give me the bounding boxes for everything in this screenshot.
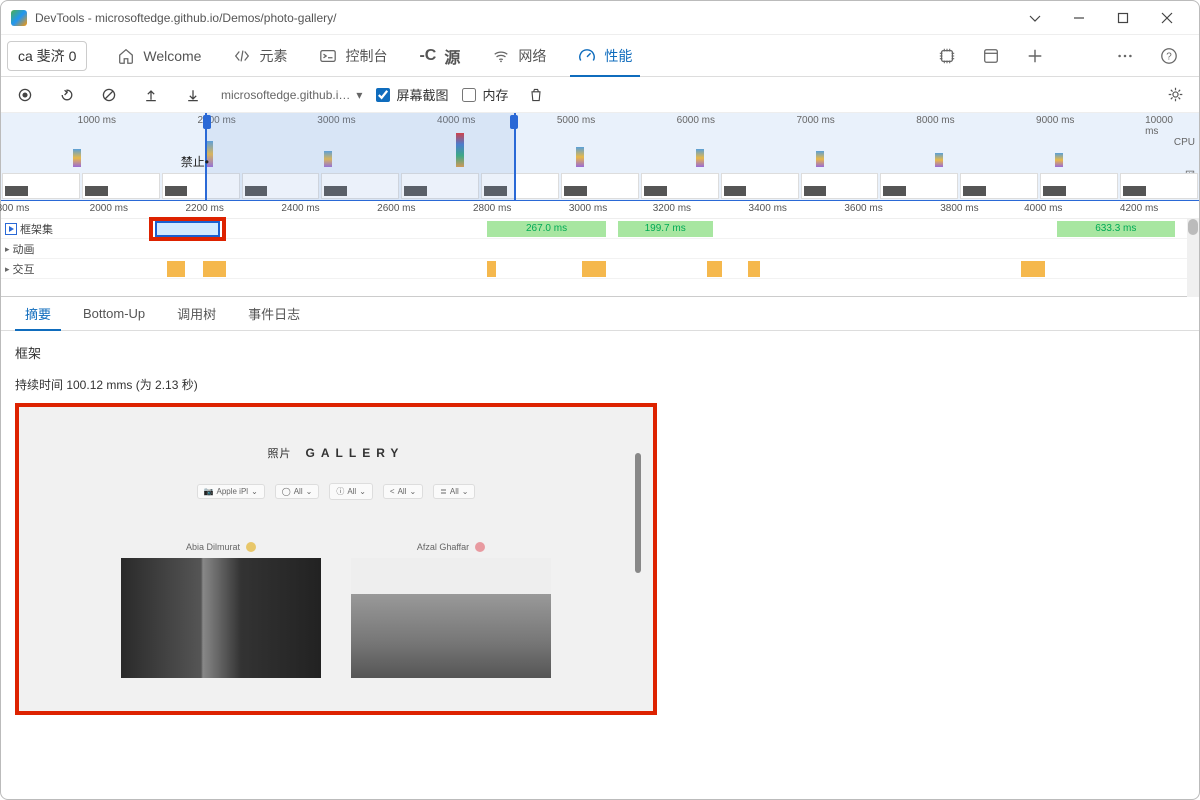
frames-track[interactable]: 框架集 267.0 ms 199.7 ms 633.3 ms xyxy=(1,219,1199,239)
gallery-card: Abia Dilmurat xyxy=(121,542,321,678)
overview-selection[interactable] xyxy=(205,113,516,200)
gallery-image xyxy=(121,558,321,678)
window-titlebar: DevTools - microsoftedge.github.io/Demos… xyxy=(1,1,1199,35)
home-icon xyxy=(117,47,135,65)
detail-tabstrip: 摘要 Bottom-Up 调用树 事件日志 xyxy=(1,297,1199,331)
tab-summary[interactable]: 摘要 xyxy=(9,297,67,331)
settings-gear-icon[interactable] xyxy=(1161,81,1189,109)
reload-button[interactable] xyxy=(53,81,81,109)
context-selector[interactable]: ca 斐济 0 xyxy=(7,41,87,71)
main-tabstrip: ca 斐济 0 Welcome 元素 控制台 -C 源 网络 性能 ? xyxy=(1,35,1199,77)
frame-screenshot: 照片GALLERY 📷Apple iPl⌄ ◯All⌄ ⓘAll⌄ <All⌄ … xyxy=(29,445,643,715)
circle-icon: ◯ xyxy=(282,487,291,496)
info-icon: ⓘ xyxy=(336,486,344,497)
maximize-button[interactable] xyxy=(1101,3,1145,33)
more-button[interactable] xyxy=(1111,42,1139,70)
svg-text:?: ? xyxy=(1166,51,1172,62)
animation-track[interactable]: 动画 xyxy=(1,239,1199,259)
recording-toolbar: microsoftedge.github.i… ▾ 屏幕截图 内存 xyxy=(1,77,1199,113)
clear-button[interactable] xyxy=(95,81,123,109)
add-tab-button[interactable] xyxy=(1021,42,1049,70)
tab-welcome[interactable]: Welcome xyxy=(101,35,217,77)
gallery-title: 照片GALLERY xyxy=(29,445,643,461)
memory-checkbox[interactable]: 内存 xyxy=(462,85,508,104)
close-button[interactable] xyxy=(1145,3,1189,33)
flame-chart[interactable]: 800 ms 2000 ms 2200 ms 2400 ms 2600 ms 2… xyxy=(1,201,1199,297)
screenshot-checkbox[interactable]: 屏幕截图 xyxy=(376,85,448,104)
tab-elements-label: 元素 xyxy=(259,46,287,66)
window-title: DevTools - microsoftedge.github.io/Demos… xyxy=(35,11,336,25)
overview-ruler: 1000 ms 2000 ms 3000 ms 4000 ms 5000 ms … xyxy=(1,115,1199,129)
gallery-filters: 📷Apple iPl⌄ ◯All⌄ ⓘAll⌄ <All⌄ ≣All⌄ xyxy=(29,483,643,500)
expand-icon[interactable] xyxy=(5,263,10,275)
frame-segment[interactable]: 633.3 ms xyxy=(1057,221,1176,237)
performance-icon xyxy=(578,47,596,65)
flame-scrollbar[interactable] xyxy=(1187,219,1199,297)
console-icon xyxy=(319,47,337,65)
frame-segment[interactable]: 199.7 ms xyxy=(618,221,713,237)
duration-line: 持续时间 100.12 mms (为 2.13 秒) xyxy=(15,376,1185,393)
selection-handle-left[interactable] xyxy=(203,115,211,129)
detail-heading: 框架 xyxy=(15,343,1185,362)
camera-icon: 📷 xyxy=(204,487,214,496)
selected-frame-highlight xyxy=(149,217,226,241)
tab-sources[interactable]: -C 源 xyxy=(403,35,476,77)
screenshot-scrollbar xyxy=(635,453,641,573)
download-button[interactable] xyxy=(179,81,207,109)
expand-icon[interactable] xyxy=(5,243,10,255)
tab-network-label: 网络 xyxy=(518,46,546,66)
gallery-card: Afzal Ghaffar xyxy=(351,542,551,678)
tab-network[interactable]: 网络 xyxy=(476,35,562,77)
gallery-image xyxy=(351,558,551,678)
timeline-overview[interactable]: 1000 ms 2000 ms 3000 ms 4000 ms 5000 ms … xyxy=(1,113,1199,201)
frame-segment[interactable]: 267.0 ms xyxy=(487,221,606,237)
selection-handle-right[interactable] xyxy=(510,115,518,129)
tag-icon: < xyxy=(390,487,395,496)
upload-button[interactable] xyxy=(137,81,165,109)
tab-bottom-up[interactable]: Bottom-Up xyxy=(67,297,161,331)
help-button[interactable]: ? xyxy=(1155,42,1183,70)
tab-performance[interactable]: 性能 xyxy=(562,35,648,77)
wifi-icon xyxy=(492,47,510,65)
recording-selector[interactable]: microsoftedge.github.i… ▾ xyxy=(221,88,362,102)
code-icon xyxy=(233,47,251,65)
app-panel-button[interactable] xyxy=(977,42,1005,70)
stop-marker-label: 禁止• xyxy=(181,153,209,170)
filmstrip xyxy=(1,173,1199,199)
tab-performance-label: 性能 xyxy=(604,46,632,66)
interactions-track[interactable]: 交互 xyxy=(1,259,1199,279)
tab-call-tree[interactable]: 调用树 xyxy=(161,297,232,331)
tab-welcome-label: Welcome xyxy=(143,48,201,64)
recording-url: microsoftedge.github.i… xyxy=(221,88,350,102)
minimize-button[interactable] xyxy=(1057,3,1101,33)
tab-console[interactable]: 控制台 xyxy=(303,35,403,77)
tab-sources-prefix: -C xyxy=(419,47,436,65)
memory-panel-button[interactable] xyxy=(933,42,961,70)
list-icon: ≣ xyxy=(440,487,447,496)
record-button[interactable] xyxy=(11,81,39,109)
summary-panel: 框架 持续时间 100.12 mms (为 2.13 秒) 照片GALLERY … xyxy=(1,331,1199,727)
tab-sources-label: 源 xyxy=(444,44,460,68)
dropdown-icon: ▾ xyxy=(356,88,362,102)
play-icon xyxy=(5,223,17,235)
tab-console-label: 控制台 xyxy=(345,46,387,66)
chevron-down-button[interactable] xyxy=(1013,3,1057,33)
tab-elements[interactable]: 元素 xyxy=(217,35,303,77)
tab-event-log[interactable]: 事件日志 xyxy=(232,297,316,331)
frame-screenshot-highlight: 照片GALLERY 📷Apple iPl⌄ ◯All⌄ ⓘAll⌄ <All⌄ … xyxy=(15,403,657,715)
app-favicon xyxy=(11,10,27,26)
delete-button[interactable] xyxy=(522,81,550,109)
